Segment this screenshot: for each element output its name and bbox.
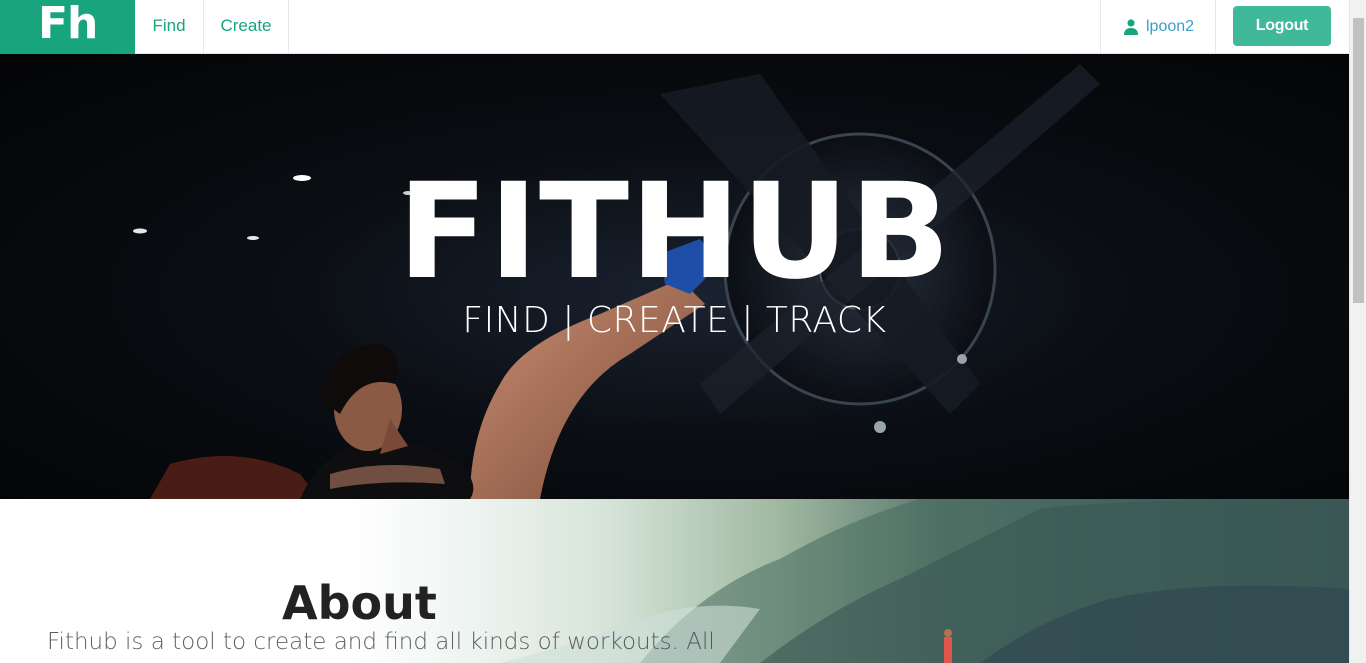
scrollbar-thumb[interactable] <box>1353 18 1364 303</box>
page-scrollbar[interactable] <box>1349 0 1366 663</box>
hero-tagline: FIND | CREATE | TRACK <box>462 300 887 341</box>
about-description: Fithub is a tool to create and find all … <box>47 629 715 655</box>
user-profile-link[interactable]: lpoon2 <box>1100 0 1216 54</box>
brand-logo[interactable]: Fh <box>0 0 135 54</box>
user-icon <box>1124 19 1138 35</box>
about-heading: About <box>282 576 437 630</box>
nav-link-create[interactable]: Create <box>204 0 289 54</box>
about-section: About Fithub is a tool to create and fin… <box>0 499 1349 663</box>
top-navbar: Fh Find Create lpoon2 Logout <box>0 0 1349 54</box>
hero-title: FITHUB <box>397 155 952 309</box>
hero-banner: FITHUB FIND | CREATE | TRACK <box>0 54 1349 499</box>
username-label: lpoon2 <box>1146 18 1195 35</box>
nav-link-find[interactable]: Find <box>135 0 204 54</box>
logout-button[interactable]: Logout <box>1233 6 1331 46</box>
